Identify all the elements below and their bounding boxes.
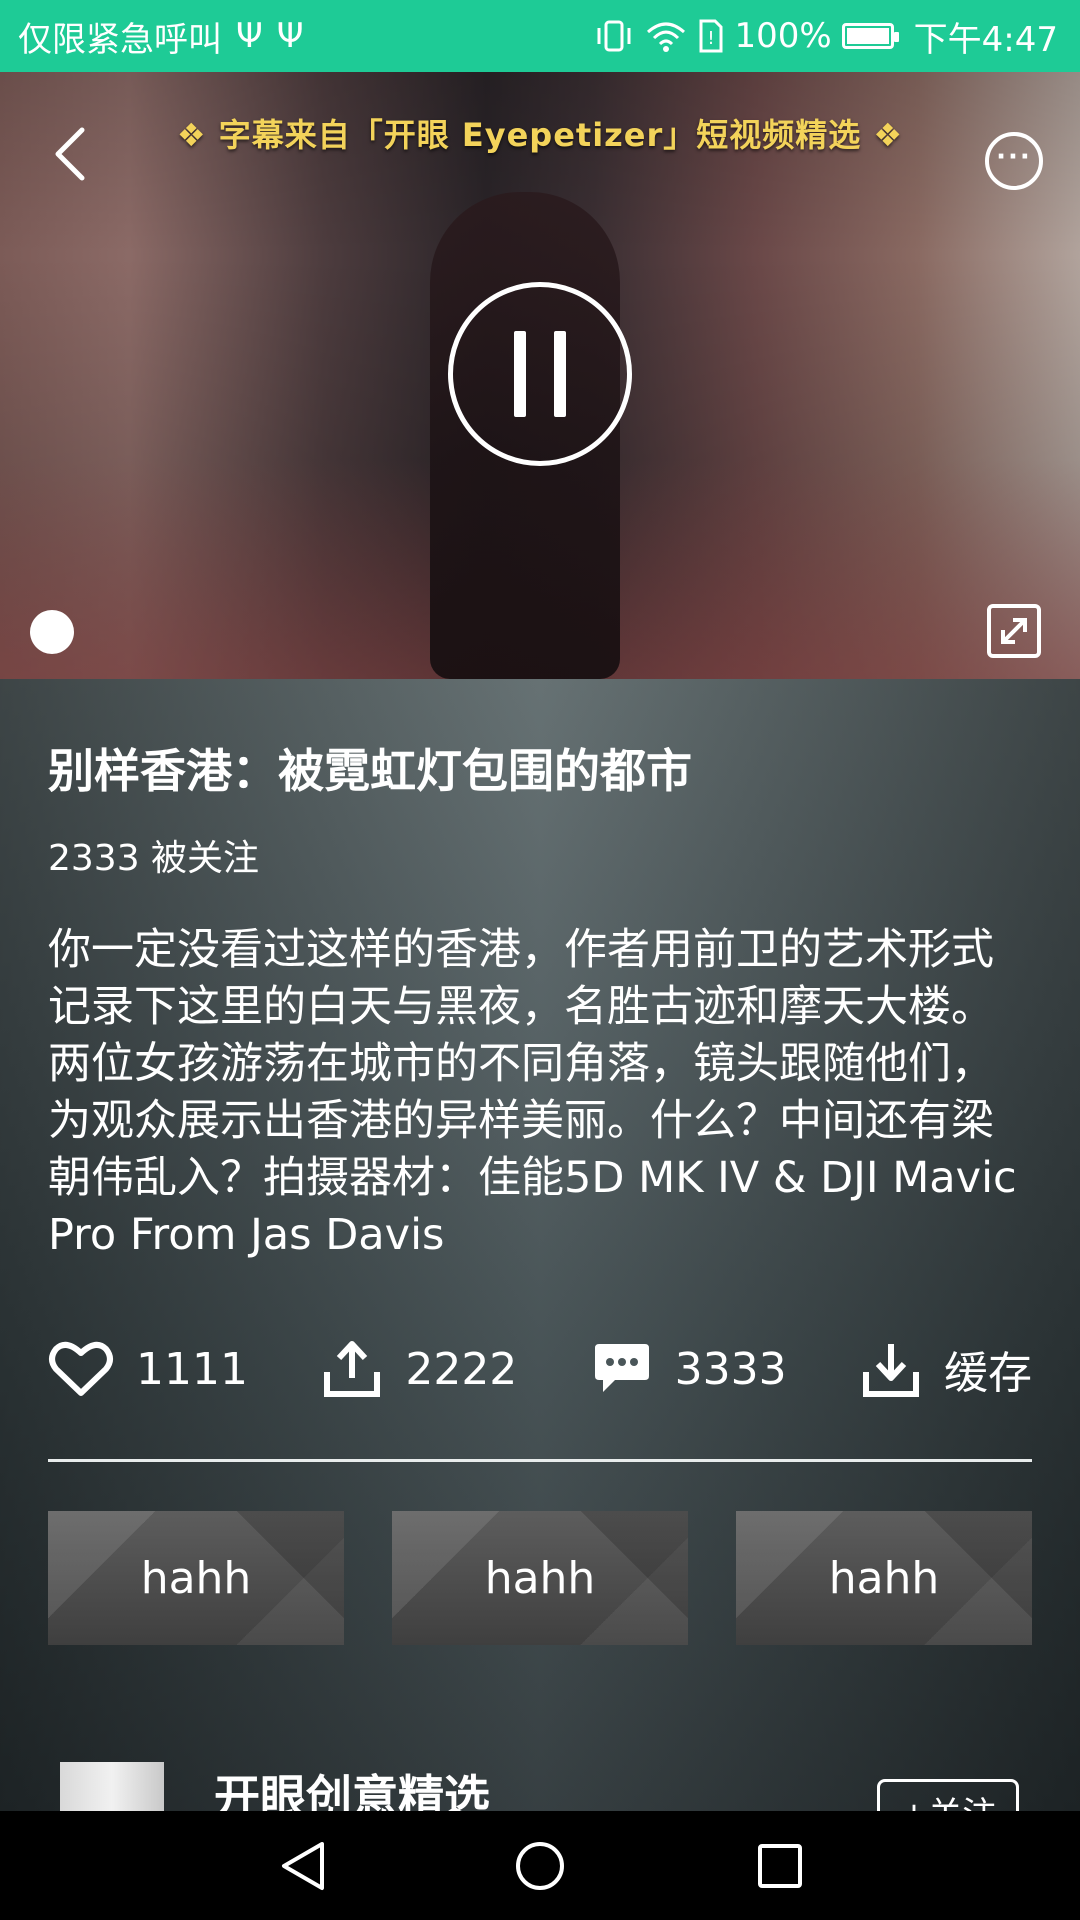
like-button[interactable]: 1111 xyxy=(48,1339,248,1399)
nav-recents-button[interactable] xyxy=(752,1838,808,1894)
clock: 下午4:47 xyxy=(913,19,1058,60)
video-player[interactable]: ❖ 字幕来自「开眼 Eyepetizer」短视频精选 ❖ ··· xyxy=(0,72,1080,679)
triangle-back-icon xyxy=(282,1842,324,1890)
carrier-text: 仅限紧急呼叫 xyxy=(18,19,222,60)
cache-button[interactable]: 缓存 xyxy=(860,1337,1032,1401)
more-icon: ··· xyxy=(996,142,1032,172)
expand-icon xyxy=(1001,618,1027,644)
video-description: 你一定没看过这样的香港，作者用前卫的艺术形式记录下这里的白天与黑夜，名胜古迹和摩… xyxy=(48,925,1017,1260)
video-details-panel: 别样香港：被霓虹灯包围的都市 2333 被关注 你一定没看过这样的香港，作者用前… xyxy=(0,679,1080,1811)
video-subtitle: ❖ 字幕来自「开眼 Eyepetizer」短视频精选 ❖ xyxy=(176,116,904,154)
wifi-icon xyxy=(647,22,686,52)
author-avatar[interactable] xyxy=(60,1762,164,1811)
video-title: 别样香港：被霓虹灯包围的都市 xyxy=(48,744,692,798)
author-name[interactable]: 开眼创意精选 xyxy=(214,1761,490,1811)
tag-card[interactable]: hahh xyxy=(392,1511,688,1645)
battery-percent: 100% xyxy=(734,16,832,56)
tag-list: hahh hahh hahh xyxy=(48,1511,1032,1645)
download-icon xyxy=(862,1344,919,1397)
svg-text:!: ! xyxy=(708,28,715,49)
comment-count: 3333 xyxy=(674,1343,787,1395)
status-right: ! 100% 下午4:47 xyxy=(594,0,1058,72)
system-nav-bar xyxy=(0,1811,1080,1920)
share-button[interactable]: 2222 xyxy=(321,1338,517,1400)
comment-button[interactable]: 3333 xyxy=(591,1340,787,1398)
usb-icon: Ψ xyxy=(236,16,263,56)
share-upload-icon xyxy=(324,1341,381,1397)
nav-home-button[interactable] xyxy=(512,1838,568,1894)
comment-icon xyxy=(594,1344,649,1392)
seek-bar-thumb[interactable] xyxy=(30,610,74,654)
square-recents-icon xyxy=(758,1844,802,1888)
followers-count: 2333 被关注 xyxy=(48,838,260,879)
circle-home-icon xyxy=(516,1842,564,1890)
more-options-button[interactable]: ··· xyxy=(985,132,1043,190)
share-count: 2222 xyxy=(405,1343,518,1395)
tag-card[interactable]: hahh xyxy=(736,1511,1032,1645)
like-count: 1111 xyxy=(136,1343,248,1395)
battery-icon xyxy=(841,23,899,49)
status-bar: 仅限紧急呼叫 Ψ Ψ ! 100% 下午4:47 xyxy=(0,0,1080,72)
pause-icon xyxy=(514,331,526,417)
status-left: 仅限紧急呼叫 Ψ Ψ xyxy=(18,0,304,72)
pause-button[interactable] xyxy=(448,282,632,466)
divider xyxy=(48,1459,1032,1462)
back-button[interactable] xyxy=(40,124,100,184)
chevron-left-icon xyxy=(55,127,85,181)
tag-card[interactable]: hahh xyxy=(48,1511,344,1645)
cache-label: 缓存 xyxy=(943,1348,1032,1399)
usb-icon: Ψ xyxy=(276,16,304,56)
follow-button[interactable]: +关注 xyxy=(877,1779,1019,1811)
fullscreen-button[interactable] xyxy=(987,604,1041,658)
nav-back-button[interactable] xyxy=(275,1838,331,1894)
vibrate-icon xyxy=(597,20,631,52)
action-bar: 1111 2222 3333 缓存 xyxy=(48,1329,1032,1409)
heart-icon xyxy=(49,1341,113,1396)
sim-alert-icon: ! xyxy=(699,19,723,53)
